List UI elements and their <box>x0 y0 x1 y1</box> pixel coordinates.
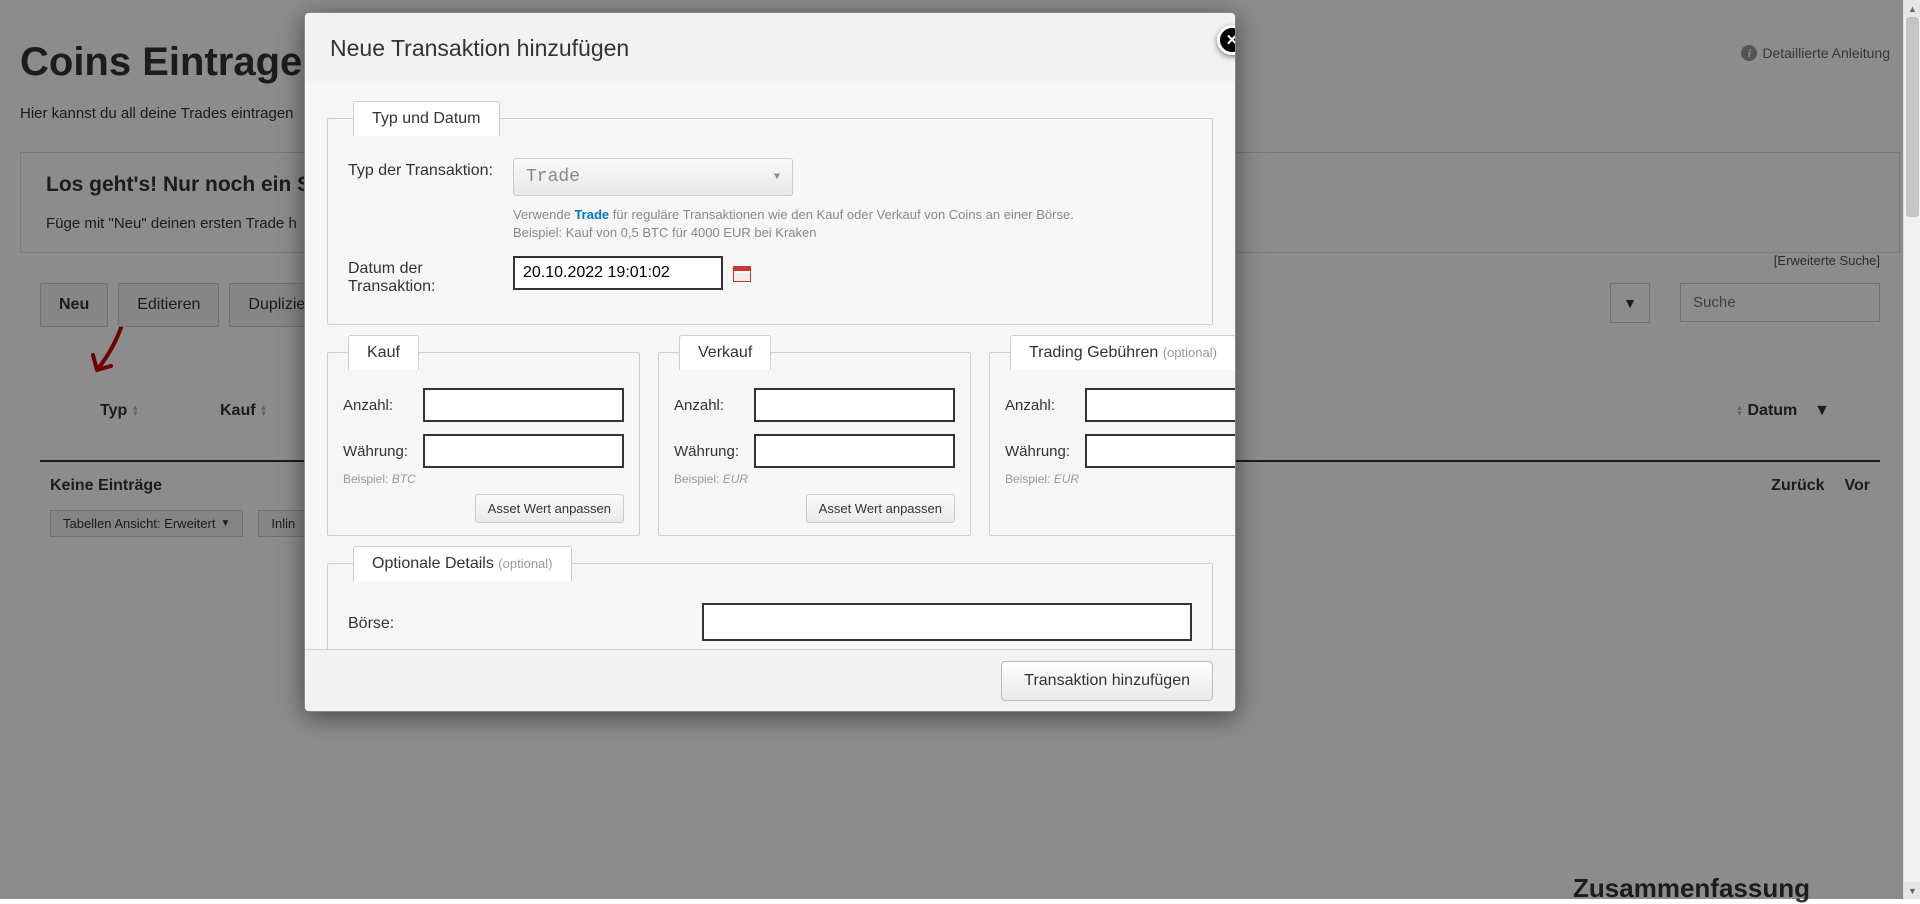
trade-link[interactable]: Trade <box>574 207 609 222</box>
section-legend: Trading Gebühren (optional) <box>1010 335 1235 370</box>
buy-currency-input[interactable] <box>423 434 624 468</box>
transaction-type-select[interactable]: Trade ▼ <box>513 158 793 196</box>
scroll-up-icon[interactable]: ▲ <box>1904 0 1920 17</box>
submit-button[interactable]: Transaktion hinzufügen <box>1001 661 1213 701</box>
date-label: Datum der Transaktion: <box>348 256 513 296</box>
type-value: Trade <box>526 167 580 187</box>
adjust-asset-button[interactable]: Asset Wert anpassen <box>475 494 624 523</box>
optional-details-section: Optionale Details (optional) Börse: <box>327 546 1213 649</box>
date-input[interactable] <box>513 256 723 290</box>
section-legend: Kauf <box>348 335 419 370</box>
fee-currency-input[interactable] <box>1085 434 1235 468</box>
amount-label: Anzahl: <box>674 397 754 414</box>
fee-amount-input[interactable] <box>1085 388 1235 422</box>
modal-body: Typ und Datum Typ der Transaktion: Trade… <box>305 83 1235 649</box>
buy-section: Kauf Anzahl: Währung: Beispiel: BTC Asse… <box>327 335 640 536</box>
modal-footer: Transaktion hinzufügen <box>305 649 1235 711</box>
section-legend: Optionale Details (optional) <box>353 546 572 581</box>
scroll-thumb[interactable] <box>1906 17 1919 217</box>
exchange-input[interactable] <box>702 603 1192 641</box>
currency-hint: Beispiel: EUR <box>1005 472 1235 486</box>
modal-titlebar: Neue Transaktion hinzufügen <box>305 13 1235 85</box>
type-label: Typ der Transaktion: <box>348 158 513 180</box>
close-icon: ✕ <box>1226 31 1236 49</box>
browser-scrollbar[interactable]: ▲ ▼ <box>1903 0 1920 899</box>
scroll-down-icon[interactable]: ▼ <box>1904 882 1920 899</box>
type-hint: Verwende Trade für reguläre Transaktione… <box>513 206 1192 242</box>
currency-label: Währung: <box>343 443 423 460</box>
type-and-date-section: Typ und Datum Typ der Transaktion: Trade… <box>327 101 1213 325</box>
currency-hint: Beispiel: EUR <box>674 472 955 486</box>
currency-hint: Beispiel: BTC <box>343 472 624 486</box>
calendar-icon[interactable] <box>733 266 751 282</box>
sell-section: Verkauf Anzahl: Währung: Beispiel: EUR A… <box>658 335 971 536</box>
section-legend: Verkauf <box>679 335 771 370</box>
exchange-label: Börse: <box>348 611 408 633</box>
sell-amount-input[interactable] <box>754 388 955 422</box>
currency-label: Währung: <box>674 443 754 460</box>
currency-label: Währung: <box>1005 443 1085 460</box>
amount-label: Anzahl: <box>1005 397 1085 414</box>
chevron-down-icon: ▼ <box>774 172 780 183</box>
buy-amount-input[interactable] <box>423 388 624 422</box>
section-legend: Typ und Datum <box>353 101 500 136</box>
fee-section: Trading Gebühren (optional) Anzahl: Währ… <box>989 335 1235 536</box>
new-transaction-modal: ✕ Neue Transaktion hinzufügen Typ und Da… <box>304 12 1236 712</box>
sell-currency-input[interactable] <box>754 434 955 468</box>
amount-label: Anzahl: <box>343 397 423 414</box>
modal-title: Neue Transaktion hinzufügen <box>330 35 1210 62</box>
adjust-asset-button[interactable]: Asset Wert anpassen <box>806 494 955 523</box>
